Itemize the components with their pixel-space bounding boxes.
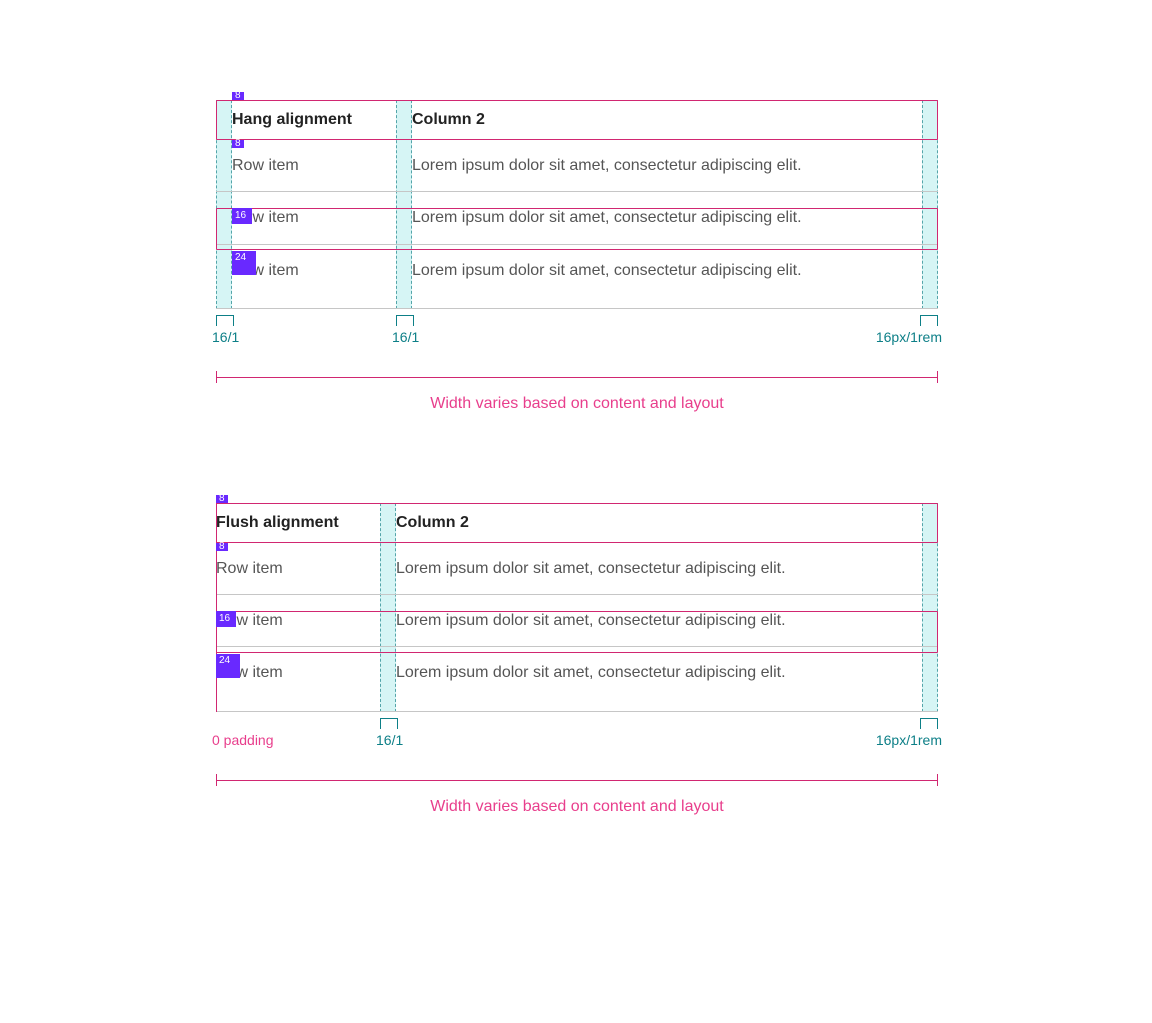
row-col1-text: Row item <box>216 560 283 577</box>
row-col1-text: Row item <box>232 157 299 174</box>
table-header-cell: Hang alignment <box>216 100 396 139</box>
row-col2-text: Lorem ipsum dolor sit amet, consectetur … <box>396 612 786 629</box>
figure-hang-alignment: Hang alignment Column 2 Row item Lorem i… <box>216 100 938 413</box>
table-header-row: Hang alignment Column 2 <box>216 100 938 140</box>
table-row: Row item Lorem ipsum dolor sit amet, con… <box>216 543 938 595</box>
diagram-page: Hang alignment Column 2 Row item Lorem i… <box>0 0 1152 966</box>
table-row: Row item Lorem ipsum dolor sit amet, con… <box>216 595 938 647</box>
table-cell: Lorem ipsum dolor sit amet, consectetur … <box>396 245 938 296</box>
table-header-row: Flush alignment Column 2 <box>216 503 938 543</box>
spacing-chip-8: 8 <box>216 495 228 503</box>
table-cell: Row item <box>216 543 380 594</box>
width-caption: Width varies based on content and layout <box>216 798 938 816</box>
header-col2-text: Column 2 <box>396 514 469 531</box>
gutter-label-right: 16px/1rem <box>876 329 942 345</box>
table-header-cell: Flush alignment <box>216 503 380 542</box>
table-cell: Lorem ipsum dolor sit amet, consectetur … <box>380 543 938 594</box>
spacing-chip-24: 24 <box>216 654 240 678</box>
row-col2-text: Lorem ipsum dolor sit amet, consectetur … <box>396 664 786 681</box>
gutter-label-mid: 16/1 <box>376 732 403 748</box>
table-cell: Lorem ipsum dolor sit amet, consectetur … <box>380 595 938 646</box>
gutter-label-left: 16/1 <box>212 329 239 345</box>
spacing-chip-8: 8 <box>216 543 228 551</box>
spacing-chip-8: 8 <box>232 140 244 148</box>
gutter-bracket <box>396 315 414 326</box>
table-row: Row item Lorem ipsum dolor sit amet, con… <box>216 647 938 711</box>
figure-flush-alignment: Flush alignment Column 2 Row item Lorem … <box>216 503 938 816</box>
width-dimension <box>216 369 938 385</box>
table-header-cell: Column 2 <box>396 100 938 139</box>
table-row: Row item Lorem ipsum dolor sit amet, con… <box>216 140 938 192</box>
row-col2-text: Lorem ipsum dolor sit amet, consectetur … <box>412 262 802 279</box>
gutter-annotations: 16/1 16/1 16px/1rem <box>216 315 938 341</box>
table-cell: Row item <box>216 647 380 698</box>
gutter-bracket <box>920 315 938 326</box>
width-caption: Width varies based on content and layout <box>216 395 938 413</box>
spacing-chip-24: 24 <box>232 251 256 275</box>
row-col2-text: Lorem ipsum dolor sit amet, consectetur … <box>412 209 802 226</box>
header-col1-text: Flush alignment <box>216 514 339 531</box>
table-cell: Lorem ipsum dolor sit amet, consectetur … <box>396 140 938 191</box>
gutter-annotations: 0 padding 16/1 16px/1rem <box>216 718 938 744</box>
spacing-chip-16: 16 <box>216 611 236 627</box>
header-col2-text: Column 2 <box>412 111 485 128</box>
gutter-bracket <box>216 315 234 326</box>
row-col2-text: Lorem ipsum dolor sit amet, consectetur … <box>412 157 802 174</box>
spacing-chip-16: 16 <box>232 208 252 224</box>
table-cell: Row item <box>216 595 380 646</box>
gutter-bracket <box>920 718 938 729</box>
table-flush: Flush alignment Column 2 Row item Lorem … <box>216 503 938 712</box>
table-cell: Lorem ipsum dolor sit amet, consectetur … <box>380 647 938 698</box>
spacing-chip-8: 8 <box>232 92 244 100</box>
gutter-label-left: 0 padding <box>212 732 274 748</box>
gutter-label-mid: 16/1 <box>392 329 419 345</box>
table-cell: Lorem ipsum dolor sit amet, consectetur … <box>396 192 938 243</box>
header-col1-text: Hang alignment <box>232 111 352 128</box>
flush-left-spine <box>216 503 217 712</box>
table-row: Row item Lorem ipsum dolor sit amet, con… <box>216 192 938 244</box>
gutter-bracket <box>380 718 398 729</box>
table-hang: Hang alignment Column 2 Row item Lorem i… <box>216 100 938 309</box>
table-row: Row item Lorem ipsum dolor sit amet, con… <box>216 245 938 309</box>
row-col2-text: Lorem ipsum dolor sit amet, consectetur … <box>396 560 786 577</box>
gutter-label-right: 16px/1rem <box>876 732 942 748</box>
table-header-cell: Column 2 <box>380 503 938 542</box>
width-dimension <box>216 772 938 788</box>
